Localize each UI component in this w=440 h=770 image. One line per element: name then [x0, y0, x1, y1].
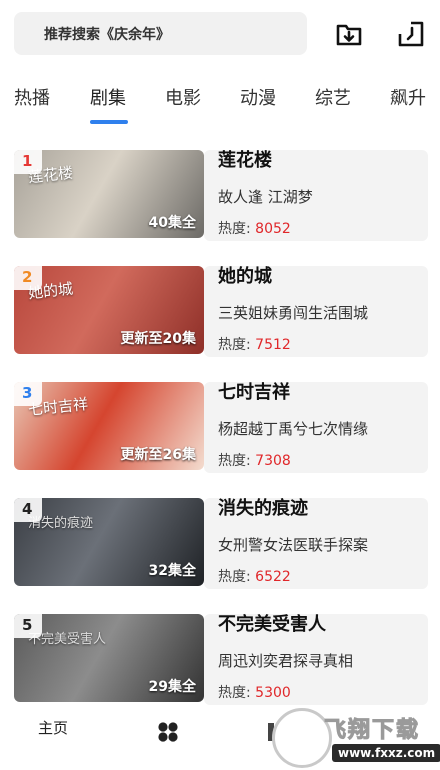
item-title[interactable]: 七时吉祥 — [218, 378, 290, 404]
history-icon[interactable] — [397, 20, 425, 48]
download-icon[interactable] — [335, 20, 363, 48]
heat-label: 热度: — [218, 569, 251, 585]
tab-movies[interactable]: 电影 — [165, 84, 201, 110]
watermark-logo — [272, 708, 332, 768]
item-title[interactable]: 她的城 — [218, 262, 272, 288]
item-description: 女刑警女法医联手探案 — [218, 536, 369, 554]
heat-label: 热度: — [218, 221, 251, 237]
item-title[interactable]: 不完美受害人 — [218, 610, 326, 636]
heat-value: 7308 — [255, 453, 291, 469]
rank-badge: 1 — [14, 150, 42, 174]
episode-status: 更新至20集 — [120, 331, 196, 347]
search-placeholder: 推荐搜索《庆余年》 — [44, 26, 170, 43]
item-description: 周迅刘奕君探寻真相 — [218, 652, 354, 670]
heat-info: 热度: 7512 — [218, 334, 291, 354]
heat-label: 热度: — [218, 453, 251, 469]
watermark-text: 飞翔下载 — [323, 718, 421, 744]
poster-image[interactable]: 她的城 2 更新至20集 — [14, 266, 204, 354]
rank-badge: 2 — [14, 266, 42, 290]
heat-info: 热度: 8052 — [218, 218, 291, 238]
category-tabs: 热播 剧集 电影 动漫 综艺 飙升 — [0, 76, 440, 126]
list-item[interactable]: 她的城 2 更新至20集 她的城 三英姐妹勇闯生活围城 热度: 7512 — [14, 262, 428, 357]
nav-home[interactable]: 主页 — [38, 717, 68, 738]
heat-value: 8052 — [255, 221, 291, 237]
top-bar: 推荐搜索《庆余年》 — [0, 0, 440, 70]
poster-image[interactable]: 莲花楼 1 40集全 — [14, 150, 204, 238]
active-tab-indicator — [90, 120, 128, 124]
episode-status: 32集全 — [148, 563, 196, 579]
item-title[interactable]: 莲花楼 — [218, 146, 272, 172]
item-description: 故人逢 江湖梦 — [218, 188, 313, 206]
rank-badge: 4 — [14, 498, 42, 522]
episode-status: 40集全 — [148, 215, 196, 231]
heat-value: 6522 — [255, 569, 291, 585]
watermark-url: www.fxxz.com — [332, 744, 440, 762]
list-item[interactable]: 七时吉祥 3 更新至26集 七时吉祥 杨超越丁禹兮七次情缘 热度: 7308 — [14, 378, 428, 473]
tab-hot[interactable]: 热播 — [14, 84, 50, 110]
heat-value: 5300 — [255, 685, 291, 701]
episode-status: 29集全 — [148, 679, 196, 695]
heat-info: 热度: 7308 — [218, 450, 291, 470]
heat-label: 热度: — [218, 685, 251, 701]
list-item[interactable]: 不完美受害人 5 29集全 不完美受害人 周迅刘奕君探寻真相 热度: 5300 — [14, 610, 428, 705]
tab-anime[interactable]: 动漫 — [240, 84, 276, 110]
tab-rising[interactable]: 飙升 — [390, 84, 426, 110]
search-bar[interactable]: 推荐搜索《庆余年》 — [14, 12, 307, 55]
heat-info: 热度: 6522 — [218, 566, 291, 586]
list-item[interactable]: 消失的痕迹 4 32集全 消失的痕迹 女刑警女法医联手探案 热度: 6522 — [14, 494, 428, 589]
tab-variety[interactable]: 综艺 — [315, 84, 351, 110]
rank-badge: 5 — [14, 614, 42, 638]
episode-status: 更新至26集 — [120, 447, 196, 463]
poster-image[interactable]: 七时吉祥 3 更新至26集 — [14, 382, 204, 470]
tab-series[interactable]: 剧集 — [90, 84, 126, 110]
heat-label: 热度: — [218, 337, 251, 353]
watermark: 飞翔下载 www.fxxz.com — [272, 708, 440, 770]
rank-badge: 3 — [14, 382, 42, 406]
poster-image[interactable]: 不完美受害人 5 29集全 — [14, 614, 204, 702]
item-title[interactable]: 消失的痕迹 — [218, 494, 308, 520]
category-grid-icon[interactable] — [157, 721, 179, 743]
list-item[interactable]: 莲花楼 1 40集全 莲花楼 故人逢 江湖梦 热度: 8052 — [14, 146, 428, 241]
heat-info: 热度: 5300 — [218, 682, 291, 702]
heat-value: 7512 — [255, 337, 291, 353]
item-description: 杨超越丁禹兮七次情缘 — [218, 420, 369, 438]
item-description: 三英姐妹勇闯生活围城 — [218, 304, 369, 322]
poster-image[interactable]: 消失的痕迹 4 32集全 — [14, 498, 204, 586]
